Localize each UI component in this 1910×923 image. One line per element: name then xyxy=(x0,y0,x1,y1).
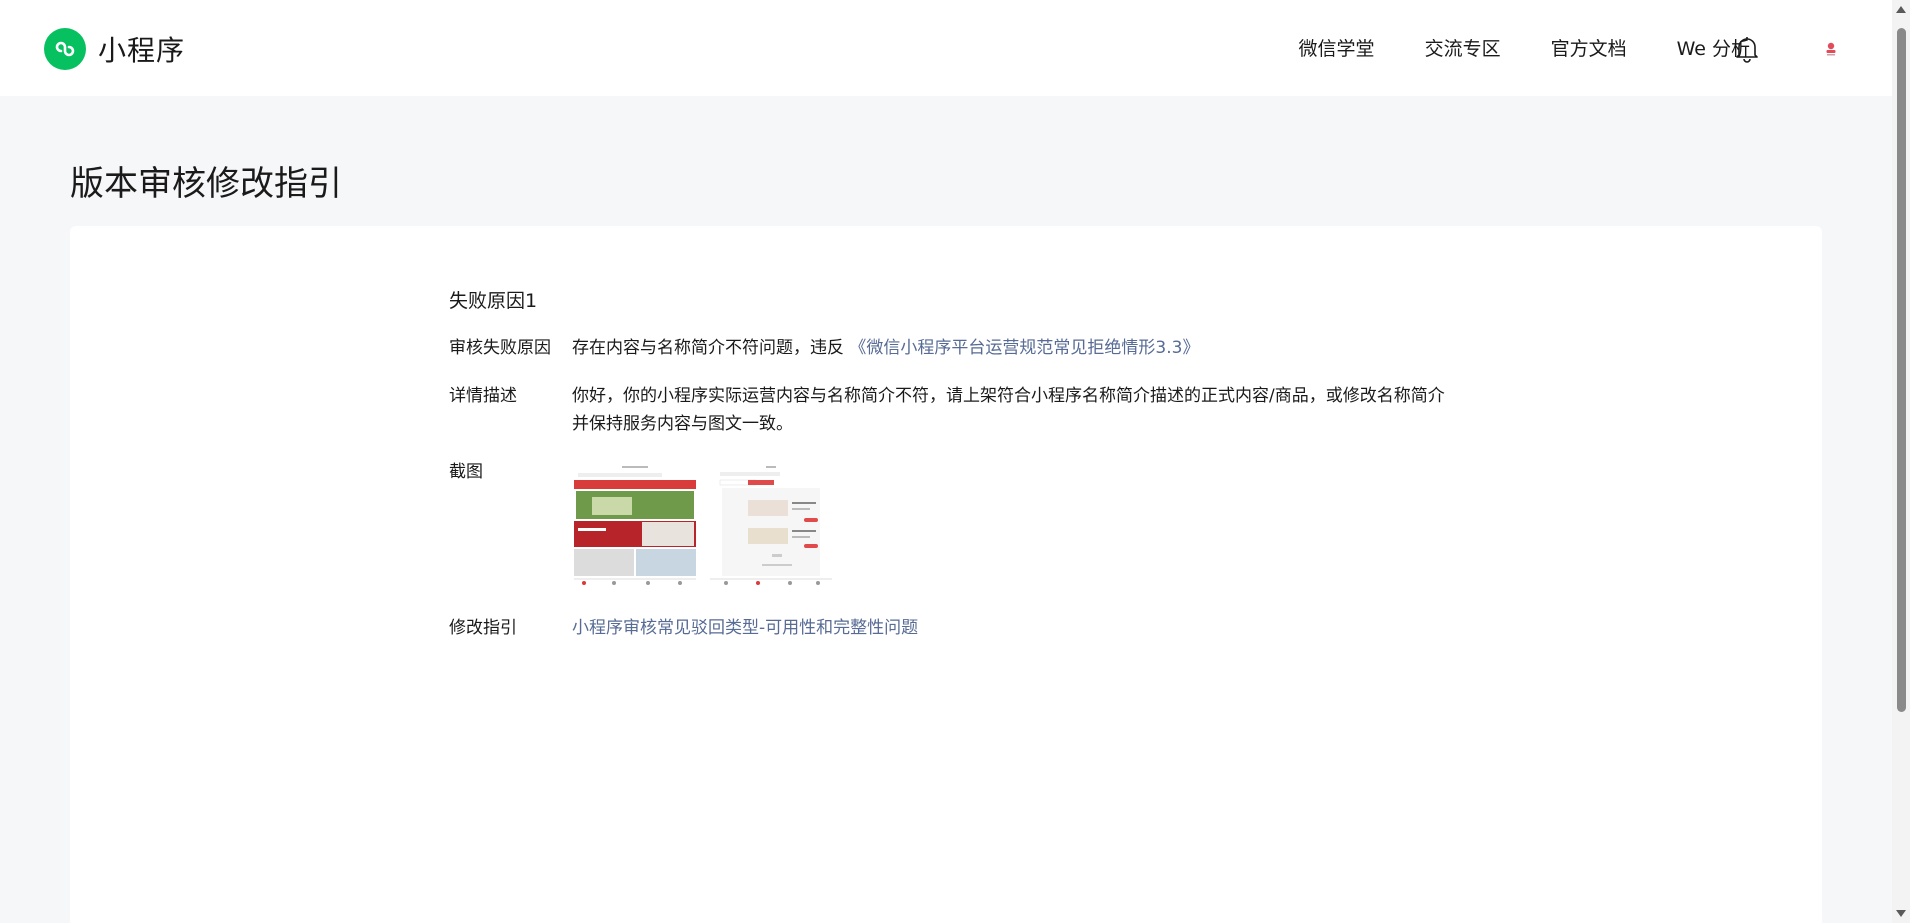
notification-bell-icon[interactable] xyxy=(1734,35,1760,63)
screenshot-label: 截图 xyxy=(449,462,483,482)
miniprogram-logo-icon xyxy=(44,28,86,70)
reason-text: 存在内容与名称简介不符问题，违反 xyxy=(572,338,844,358)
logo-text: 小程序 xyxy=(98,34,186,67)
page-title: 版本审核修改指引 xyxy=(70,164,342,204)
nav-item-community[interactable]: 交流专区 xyxy=(1425,34,1501,61)
page-scrollbar[interactable] xyxy=(1892,0,1910,923)
scroll-up-arrow-icon[interactable] xyxy=(1896,6,1906,13)
scroll-down-arrow-icon[interactable] xyxy=(1896,910,1906,917)
nav-item-docs[interactable]: 官方文档 xyxy=(1551,34,1627,61)
top-nav: 微信学堂 交流专区 官方文档 We 分析 xyxy=(1299,34,1750,61)
screenshot-thumbnails xyxy=(572,464,1452,588)
screenshot-container xyxy=(572,458,1452,588)
reason-row: 审核失败原因 存在内容与名称简介不符问题，违反 《微信小程序平台运营规范常见拒绝… xyxy=(449,334,1452,362)
logo[interactable]: 小程序 xyxy=(44,28,185,70)
failure-section-title: 失败原因1 xyxy=(449,290,538,312)
guide-row: 修改指引 小程序审核常见驳回类型-可用性和完整性问题 xyxy=(449,614,1452,642)
reason-value: 存在内容与名称简介不符问题，违反 《微信小程序平台运营规范常见拒绝情形3.3》 xyxy=(572,334,1452,362)
top-header: 小程序 微信学堂 交流专区 官方文档 We 分析 xyxy=(0,0,1892,96)
screenshot-row: 截图 xyxy=(449,458,1452,588)
user-avatar[interactable] xyxy=(1820,38,1842,60)
guide-value: 小程序审核常见驳回类型-可用性和完整性问题 xyxy=(572,614,1452,642)
nav-item-wechat-academy[interactable]: 微信学堂 xyxy=(1299,34,1375,61)
guide-link[interactable]: 小程序审核常见驳回类型-可用性和完整性问题 xyxy=(572,618,918,638)
screenshot-thumbnail[interactable] xyxy=(572,464,698,588)
detail-text: 你好，你的小程序实际运营内容与名称简介不符，请上架符合小程序名称简介描述的正式内… xyxy=(572,386,1445,434)
scroll-thumb[interactable] xyxy=(1897,28,1906,712)
detail-row: 详情描述 你好，你的小程序实际运营内容与名称简介不符，请上架符合小程序名称简介描… xyxy=(449,382,1452,438)
page-root: 小程序 微信学堂 交流专区 官方文档 We 分析 版本审核修改指引 失败原因1 … xyxy=(0,0,1910,923)
reason-label: 审核失败原因 xyxy=(449,338,551,358)
screenshot-thumbnail[interactable] xyxy=(708,464,834,588)
detail-label: 详情描述 xyxy=(449,386,517,406)
guide-label: 修改指引 xyxy=(449,618,517,638)
review-card: 失败原因1 审核失败原因 存在内容与名称简介不符问题，违反 《微信小程序平台运营… xyxy=(70,226,1822,923)
policy-link[interactable]: 《微信小程序平台运营规范常见拒绝情形3.3》 xyxy=(849,338,1199,358)
